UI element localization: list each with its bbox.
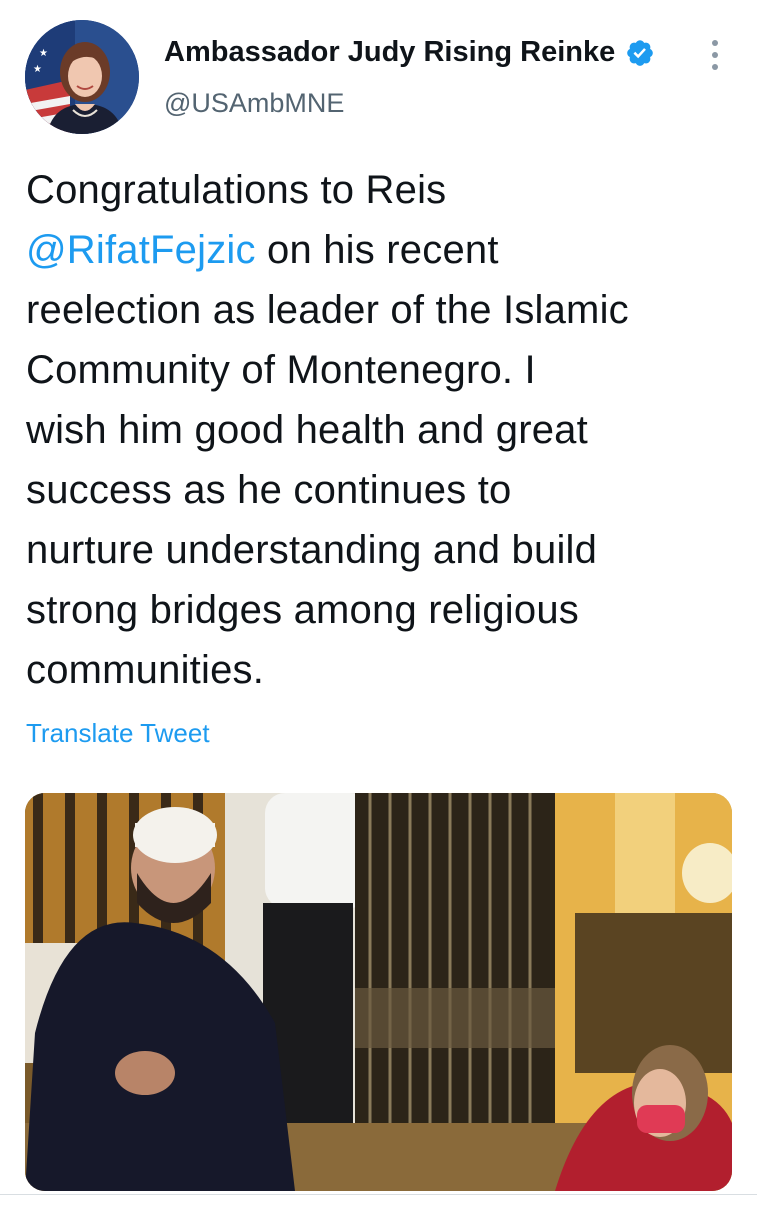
tweet-text-line: nurture understanding and build — [26, 520, 736, 580]
more-options-icon[interactable] — [700, 38, 730, 72]
tweet: ★ ★ Ambassador Judy Rising Reinke @USAmb… — [0, 0, 757, 1222]
tweet-photo[interactable] — [25, 793, 732, 1191]
translate-tweet-link[interactable]: Translate Tweet — [26, 718, 210, 749]
tweet-text-line: communities. — [26, 640, 736, 700]
photo-image — [25, 793, 732, 1191]
author-handle[interactable]: @USAmbMNE — [164, 88, 344, 119]
mention-link[interactable]: @RifatFejzic — [26, 228, 256, 272]
tweet-text-line: reelection as leader of the Islamic — [26, 280, 736, 340]
verified-badge-icon — [625, 38, 655, 68]
tweet-text-line: wish him good health and great — [26, 400, 736, 460]
tweet-text-segment: strong bridges among religious — [26, 588, 579, 632]
tweet-text-line: strong bridges among religious — [26, 580, 736, 640]
tweet-text-segment: success as he continues to — [26, 468, 512, 512]
tweet-text-line: Congratulations to Reis — [26, 160, 736, 220]
svg-text:★: ★ — [33, 64, 42, 75]
tweet-text-line: @RifatFejzic on his recent — [26, 220, 736, 280]
tweet-text-segment: wish him good health and great — [26, 408, 588, 452]
author-display-name[interactable]: Ambassador Judy Rising Reinke — [164, 36, 615, 69]
tweet-text-segment: reelection as leader of the Islamic — [26, 288, 629, 332]
tweet-text-line: Community of Montenegro. I — [26, 340, 736, 400]
svg-text:★: ★ — [39, 48, 48, 59]
author-avatar[interactable]: ★ ★ — [25, 20, 139, 134]
tweet-text-segment: Congratulations to Reis — [26, 168, 447, 212]
tweet-text-segment: communities. — [26, 648, 265, 692]
tweet-text-segment: Community of Montenegro. I — [26, 348, 536, 392]
tweet-text-segment: on his recent — [255, 228, 499, 272]
tweet-text-segment: nurture understanding and build — [26, 528, 598, 572]
avatar-image: ★ ★ — [25, 20, 139, 134]
author-name-row: Ambassador Judy Rising Reinke — [164, 36, 655, 69]
tweet-text: Congratulations to Reis @RifatFejzic on h… — [26, 160, 736, 700]
tweet-text-line: success as he continues to — [26, 460, 736, 520]
divider — [0, 1194, 757, 1195]
